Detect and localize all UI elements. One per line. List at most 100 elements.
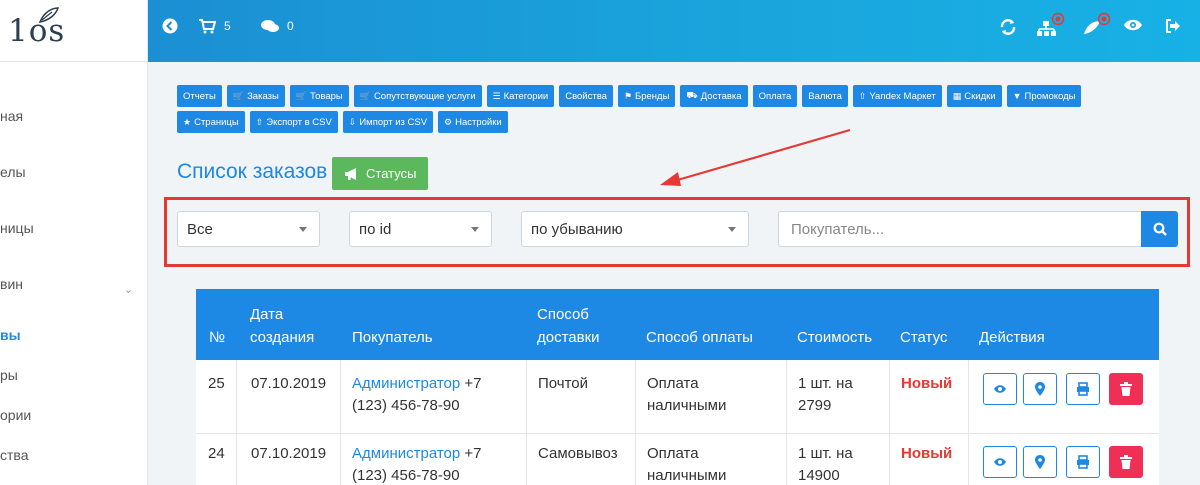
divider	[968, 360, 969, 433]
header-customer[interactable]: Покупатель	[352, 327, 433, 348]
eye-icon	[994, 385, 1006, 393]
sidebar-item-main[interactable]: ная	[0, 108, 23, 124]
order-number: 25	[208, 375, 225, 392]
sidebar-item-properties[interactable]: ства	[0, 447, 28, 463]
sitemap-button[interactable]	[1035, 12, 1065, 38]
header-actions: Действия	[979, 329, 1045, 346]
upload-icon: ⇧	[255, 116, 264, 127]
comments-button[interactable]: 0	[260, 18, 294, 34]
eye-icon	[1124, 19, 1142, 31]
module-products-button[interactable]: 🛒 Товары	[289, 85, 349, 107]
module-export-csv-button[interactable]: ⇧ Экспорт в CSV	[249, 111, 338, 133]
divider	[236, 360, 237, 433]
module-reports-button[interactable]: Отчеты	[177, 85, 222, 107]
customer-phone-number: (123) 456-78-90	[352, 397, 460, 414]
header-payment[interactable]: Способ оплаты	[646, 327, 753, 348]
module-row-2: ★ Страницы ⇧ Экспорт в CSV ⇩ Импорт из CSV …	[177, 111, 508, 133]
status-badge: Новый	[901, 445, 953, 462]
header-cost[interactable]: Стоимость	[797, 327, 872, 348]
module-settings-button[interactable]: ⚙ Настройки	[438, 111, 508, 133]
table-row[interactable]: 25 07.10.2019 Администратор +7 (123) 456…	[196, 360, 1159, 434]
sort-field-select[interactable]: по id	[349, 211, 492, 247]
chevron-down-icon[interactable]: ⌄	[124, 283, 133, 296]
upload-icon: ⇧	[858, 90, 867, 101]
list-icon: ☰	[492, 90, 501, 101]
module-services-button[interactable]: 🛒 Сопутствующие услуги	[353, 85, 482, 107]
map-marker-button[interactable]	[1023, 373, 1057, 405]
module-brands-button[interactable]: ⚑ Бренды	[617, 85, 676, 107]
table-header: № Дата создания Покупатель Способ достав…	[196, 289, 1159, 360]
sidebar-item-shop[interactable]: вин	[0, 276, 23, 292]
header-delivery-2[interactable]: доставки	[537, 327, 600, 348]
sidebar-item-pages[interactable]: ницы	[0, 220, 34, 236]
module-delivery-button[interactable]: ⛟ Доставка	[680, 85, 748, 107]
view-order-button[interactable]	[983, 373, 1017, 405]
divider	[236, 434, 237, 485]
caret-down-icon	[728, 227, 736, 232]
module-promocodes-button[interactable]: ▼ Промокоды	[1006, 85, 1082, 107]
module-pages-button[interactable]: ★ Страницы	[177, 111, 245, 133]
header-delivery-1[interactable]: Способ	[537, 304, 589, 325]
refresh-button[interactable]	[999, 18, 1017, 36]
caret-down-icon	[299, 227, 307, 232]
module-properties-button[interactable]: Свойства	[559, 85, 613, 107]
divider	[526, 360, 527, 433]
module-payment-button[interactable]: Оплата	[752, 85, 798, 107]
order-cost: 1 шт. на 2799	[798, 375, 853, 414]
map-marker-icon	[1035, 455, 1045, 469]
view-order-button[interactable]	[983, 446, 1017, 478]
customer-search-input[interactable]: Покупатель...	[778, 211, 1141, 247]
module-discounts-button[interactable]: ▦ Скидки	[946, 85, 1002, 107]
status-filter-select[interactable]: Все	[177, 211, 320, 247]
customer-link[interactable]: Администратор	[352, 375, 460, 392]
search-icon	[1153, 222, 1167, 236]
truck-icon: ⛟	[686, 90, 698, 100]
preview-site-button[interactable]	[1123, 18, 1143, 32]
search-button[interactable]	[1141, 211, 1178, 247]
module-yandex-button[interactable]: ⇧ Yandex Маркет	[852, 85, 942, 107]
sidebar-item-orders[interactable]: вы	[0, 327, 21, 343]
divider	[968, 434, 969, 485]
sidebar-item-products[interactable]: ры	[0, 367, 18, 383]
leaf-button[interactable]	[1081, 12, 1111, 38]
back-button[interactable]	[162, 18, 178, 34]
order-cost: 1 шт. на 14900	[798, 445, 853, 484]
order-customer: Администратор +7 (123) 456-78-90	[352, 373, 482, 417]
print-button[interactable]	[1066, 446, 1100, 478]
cart-button[interactable]: 5	[198, 18, 231, 34]
comments-icon	[261, 20, 279, 32]
module-orders-button[interactable]: 🛒 Заказы	[226, 85, 285, 107]
logout-button[interactable]	[1164, 18, 1182, 34]
sort-order-select[interactable]: по убыванию	[521, 211, 749, 247]
refresh-icon	[1000, 19, 1016, 35]
customer-phone: +7	[464, 375, 482, 392]
module-categories-button[interactable]: ☰ Категории	[486, 85, 555, 107]
customer-link[interactable]: Администратор	[352, 445, 460, 462]
print-icon	[1077, 382, 1089, 396]
delete-button[interactable]	[1109, 373, 1143, 405]
sidebar-item-sections[interactable]: елы	[0, 164, 26, 180]
print-icon	[1077, 455, 1089, 469]
delete-button[interactable]	[1109, 446, 1143, 478]
map-marker-button[interactable]	[1023, 446, 1057, 478]
logo[interactable]: 1os	[0, 0, 147, 62]
sidebar-item-categories[interactable]: ории	[0, 407, 31, 423]
caret-down-icon	[471, 227, 479, 232]
print-button[interactable]	[1066, 373, 1100, 405]
statuses-button[interactable]: Статусы	[332, 157, 429, 190]
bell-icon: ⚑	[623, 90, 632, 101]
module-row-1: Отчеты 🛒 Заказы 🛒 Товары 🛒 Сопутствующие ус…	[177, 85, 1082, 107]
sidebar: 1os ная елы ницы вин ⌄ вы ры ории ства	[0, 0, 148, 485]
header-status[interactable]: Статус	[900, 327, 947, 348]
module-currency-button[interactable]: Валюта	[802, 85, 848, 107]
order-date: 07.10.2019	[251, 445, 327, 462]
customer-phone-number: (123) 456-78-90	[352, 467, 460, 484]
header-date-1[interactable]: Дата	[250, 304, 283, 325]
page-title: Список заказов	[177, 160, 328, 183]
star-icon: ★	[183, 116, 192, 127]
table-row[interactable]: 24 07.10.2019 Администратор +7 (123) 456…	[196, 434, 1159, 485]
module-import-csv-button[interactable]: ⇩ Импорт из CSV	[342, 111, 434, 133]
header-date-2[interactable]: создания	[250, 327, 314, 348]
cart-icon	[199, 19, 216, 34]
header-num[interactable]: №	[209, 327, 225, 348]
